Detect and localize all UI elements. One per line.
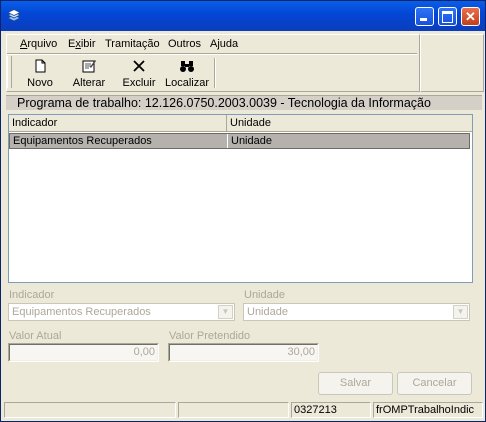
- localizar-button[interactable]: Localizar: [164, 58, 210, 90]
- command-band-right: [420, 34, 484, 92]
- valor-pretendido-label: Valor Pretendido: [169, 330, 251, 342]
- chevron-down-icon[interactable]: ▼: [218, 305, 233, 319]
- excluir-label: Excluir: [122, 77, 156, 89]
- toolbar-grip[interactable]: [7, 56, 12, 88]
- indicador-label: Indicador: [9, 289, 55, 301]
- title-bar[interactable]: ✕: [1, 1, 485, 31]
- indicador-select[interactable]: Equipamentos Recuperados ▼: [8, 303, 235, 321]
- alterar-label: Alterar: [72, 77, 106, 89]
- status-panel-1: [4, 402, 176, 418]
- toolbar-separator: [214, 58, 216, 88]
- application-window: ✕ Arquivo Exibir Tramitação Outros Ajuda…: [0, 0, 486, 422]
- menu-toolbar-divider: [7, 53, 417, 55]
- minimize-button[interactable]: [415, 7, 434, 26]
- column-header-unidade[interactable]: Unidade: [227, 115, 472, 131]
- menu-ajuda[interactable]: Ajuda: [210, 38, 238, 50]
- status-panel-2: [178, 402, 289, 418]
- maximize-icon: [442, 11, 453, 23]
- delete-x-icon: [133, 60, 145, 72]
- excluir-button[interactable]: Excluir: [120, 58, 158, 90]
- novo-label: Novo: [27, 77, 53, 89]
- close-button[interactable]: ✕: [461, 7, 480, 26]
- chevron-down-icon[interactable]: ▼: [453, 305, 468, 319]
- cancelar-button[interactable]: Cancelar: [397, 372, 472, 395]
- close-icon: ✕: [465, 9, 476, 24]
- maximize-button[interactable]: [438, 7, 457, 26]
- toolbar: Novo Alterar Excluir Localizar: [7, 56, 417, 90]
- novo-button[interactable]: Novo: [23, 58, 57, 90]
- valor-atual-field[interactable]: 0,00: [8, 343, 159, 362]
- menu-arquivo[interactable]: Arquivo: [20, 38, 57, 50]
- grid-header: Indicador Unidade: [9, 115, 472, 132]
- salvar-button[interactable]: Salvar: [318, 372, 393, 395]
- binoculars-icon: [180, 61, 194, 72]
- unidade-select[interactable]: Unidade ▼: [243, 303, 470, 321]
- status-panel-form: frOMPTrabalhoIndic: [373, 402, 483, 418]
- app-layers-icon: [7, 9, 21, 22]
- unidade-label: Unidade: [244, 289, 285, 301]
- program-header: Programa de trabalho: 12.126.0750.2003.0…: [6, 95, 482, 110]
- status-bar: 0327213 frOMPTrabalhoIndic: [4, 401, 483, 419]
- minimize-icon: [420, 18, 427, 21]
- cell-unidade: Unidade: [231, 135, 272, 147]
- column-header-indicador[interactable]: Indicador: [9, 115, 227, 131]
- unidade-value: Unidade: [247, 306, 288, 318]
- menu-outros[interactable]: Outros: [168, 38, 201, 50]
- localizar-label: Localizar: [164, 77, 210, 89]
- indicador-value: Equipamentos Recuperados: [12, 306, 151, 318]
- valor-pretendido-field[interactable]: 30,00: [168, 343, 319, 362]
- indicator-grid[interactable]: Indicador Unidade Equipamentos Recuperad…: [8, 114, 473, 283]
- valor-atual-value: 0,00: [133, 346, 155, 358]
- table-row[interactable]: Equipamentos Recuperados Unidade: [9, 133, 470, 149]
- alterar-button[interactable]: Alterar: [70, 58, 108, 90]
- menu-exibir[interactable]: Exibir: [68, 38, 96, 50]
- edit-document-icon: [82, 60, 96, 73]
- status-panel-code: 0327213: [291, 402, 371, 418]
- new-document-icon: [35, 59, 46, 73]
- valor-atual-label: Valor Atual: [9, 330, 62, 342]
- menu-tramitacao[interactable]: Tramitação: [105, 38, 160, 50]
- valor-pretendido-value: 30,00: [287, 346, 315, 358]
- cell-indicador: Equipamentos Recuperados: [10, 134, 228, 148]
